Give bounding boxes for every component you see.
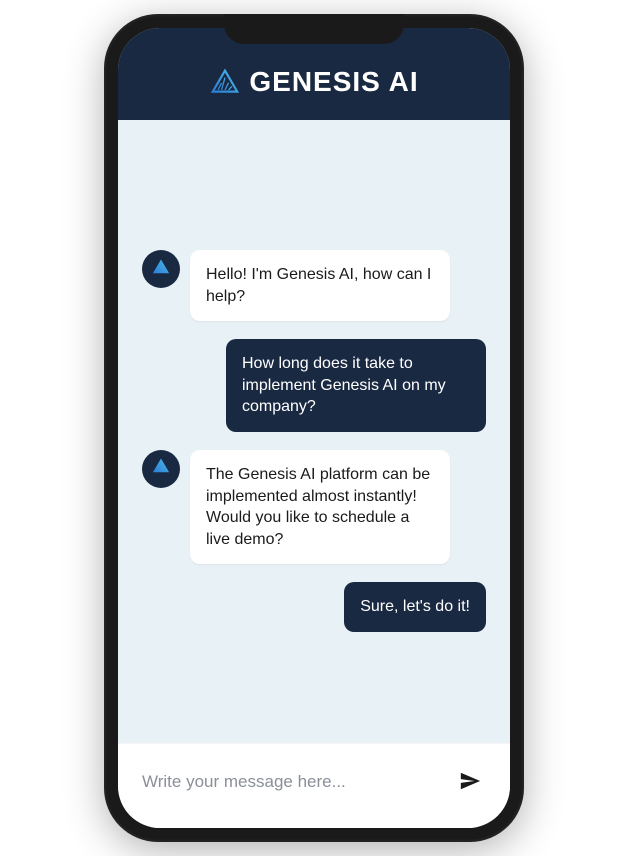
phone-frame: GENESIS AI xyxy=(104,14,524,842)
triangle-logo-icon xyxy=(151,456,171,481)
phone-screen: GENESIS AI xyxy=(118,28,510,828)
message-row: The Genesis AI platform can be implement… xyxy=(142,450,486,564)
assistant-message: The Genesis AI platform can be implement… xyxy=(190,450,450,564)
app-header: GENESIS AI xyxy=(118,28,510,120)
brand: GENESIS AI xyxy=(209,66,418,98)
input-bar xyxy=(118,743,510,828)
chat-area[interactable]: Hello! I'm Genesis AI, how can I help? H… xyxy=(118,120,510,743)
avatar xyxy=(142,450,180,488)
triangle-logo-icon xyxy=(151,257,171,282)
assistant-message: Hello! I'm Genesis AI, how can I help? xyxy=(190,250,450,321)
user-message: Sure, let's do it! xyxy=(344,582,486,632)
message-input[interactable] xyxy=(142,772,442,792)
triangle-logo-icon xyxy=(209,66,241,98)
user-message: How long does it take to implement Genes… xyxy=(226,339,486,432)
send-button[interactable] xyxy=(454,766,486,798)
avatar xyxy=(142,250,180,288)
message-row: How long does it take to implement Genes… xyxy=(142,339,486,432)
message-row: Sure, let's do it! xyxy=(142,582,486,632)
brand-name: GENESIS AI xyxy=(249,66,418,98)
paper-plane-icon xyxy=(459,770,481,795)
message-row: Hello! I'm Genesis AI, how can I help? xyxy=(142,250,486,321)
